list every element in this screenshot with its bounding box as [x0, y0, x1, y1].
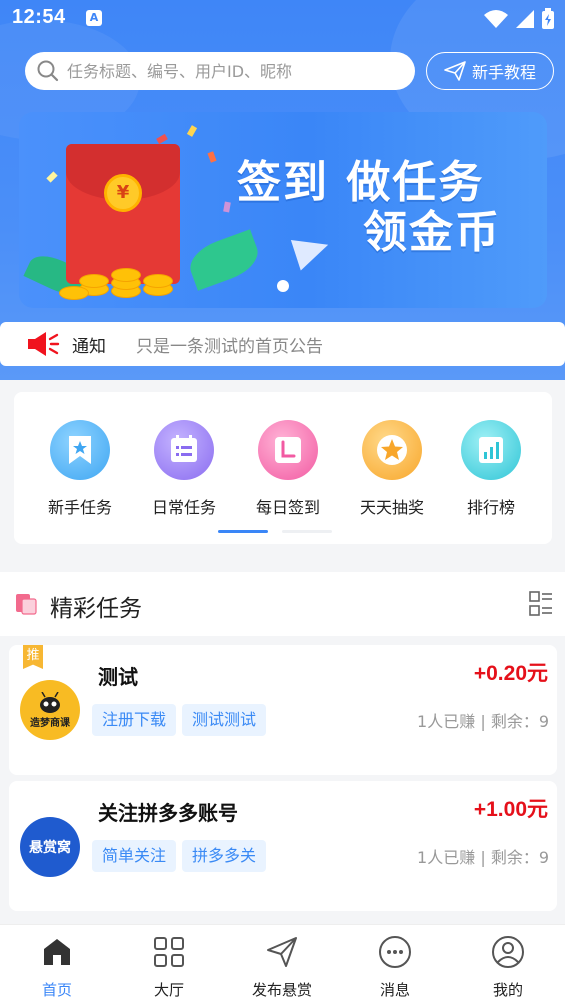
menu-label: 日常任务 — [151, 498, 216, 517]
quick-menu: 新手任务 日常任务 每日签到 天天抽奖 排行榜 — [14, 392, 552, 544]
tutorial-button[interactable]: 新手教程 — [426, 52, 554, 90]
wifi-icon — [484, 10, 508, 28]
tab-label: 首页 — [41, 981, 72, 999]
tab-label: 大厅 — [153, 981, 184, 999]
task-tag: 简单关注 — [92, 840, 177, 872]
task-book-icon — [16, 594, 37, 615]
battery-icon — [542, 8, 554, 29]
avatar: 造梦商课 — [20, 680, 80, 740]
menu-item-lottery[interactable]: 天天抽奖 — [347, 420, 437, 518]
confetti-decor — [156, 133, 168, 145]
page-indicator — [282, 530, 332, 533]
meta-separator: | — [480, 712, 486, 731]
megaphone-icon — [28, 332, 60, 356]
search-input[interactable] — [67, 61, 397, 81]
bar-chart-icon — [479, 437, 503, 463]
tab-label: 消息 — [379, 981, 410, 999]
avatar-text: 悬赏窝 — [29, 840, 71, 856]
menu-label: 排行榜 — [466, 498, 515, 517]
confetti-decor — [186, 125, 198, 137]
paper-plane-icon — [444, 61, 466, 81]
home-icon — [44, 939, 70, 965]
message-icon — [379, 936, 411, 968]
tab-home[interactable]: 首页 — [7, 935, 107, 1000]
notification-a-icon: A — [86, 10, 102, 26]
list-icon — [171, 435, 197, 462]
list-view-icon[interactable] — [529, 591, 553, 617]
bottom-tab-bar: 首页 大厅 发布悬赏 消息 我的 — [0, 924, 565, 1004]
section-header: 精彩任务 — [0, 572, 565, 636]
earned-count: 1人已赚 — [417, 848, 476, 867]
search-icon — [37, 60, 59, 82]
confetti-decor — [46, 171, 58, 183]
avatar-text: 造梦商课 — [30, 717, 70, 729]
coin-stack-icon — [49, 262, 189, 302]
task-tag: 测试测试 — [182, 704, 267, 736]
confetti-decor — [223, 201, 231, 213]
menu-item-leaderboard[interactable]: 排行榜 — [446, 420, 536, 518]
section-title: 精彩任务 — [50, 596, 142, 622]
tab-label: 发布悬赏 — [251, 981, 312, 999]
remaining-count: 剩余：9 — [490, 712, 549, 731]
notice-text: 只是一条测试的首页公告 — [136, 336, 323, 357]
status-bar: 12:54 A — [0, 0, 565, 38]
task-meta: 1人已赚 | 剩余：9 — [417, 708, 549, 732]
menu-item-daily-task[interactable]: 日常任务 — [139, 420, 229, 518]
bee-icon — [40, 691, 60, 713]
carousel-indicator[interactable] — [277, 280, 289, 292]
task-price: +0.20元 — [473, 662, 548, 685]
paper-plane-decor — [290, 229, 334, 271]
star-icon — [377, 435, 407, 465]
tab-label: 我的 — [492, 981, 523, 999]
menu-item-daily-checkin[interactable]: 每日签到 — [243, 420, 333, 518]
tab-hall[interactable]: 大厅 — [119, 935, 219, 1000]
menu-label: 天天抽奖 — [359, 498, 424, 517]
send-icon — [267, 937, 297, 967]
avatar: 悬赏窝 — [20, 817, 80, 877]
user-icon — [492, 936, 524, 968]
tab-publish-bounty[interactable]: 发布悬赏 — [232, 935, 332, 1000]
calendar-icon — [275, 437, 301, 463]
banner-subheadline: 领金币 — [363, 207, 501, 258]
tab-profile[interactable]: 我的 — [458, 935, 558, 1000]
bookmark-star-icon — [69, 436, 91, 464]
menu-label: 新手任务 — [47, 498, 112, 517]
task-price: +1.00元 — [473, 798, 548, 821]
page-indicator-active — [218, 530, 268, 533]
task-card[interactable]: 推 造梦商课 测试 +0.20元 注册下载 测试测试 1人已赚 | 剩余：9 — [9, 645, 557, 775]
notice-label: 通知 — [72, 336, 106, 357]
remaining-count: 剩余：9 — [490, 848, 549, 867]
earned-count: 1人已赚 — [417, 712, 476, 731]
task-tag: 拼多多关 — [182, 840, 267, 872]
recommend-badge: 推 — [23, 645, 43, 669]
grid-icon — [154, 937, 184, 967]
coin-icon: ¥ — [104, 174, 142, 212]
tab-messages[interactable]: 消息 — [345, 935, 445, 1000]
task-title: 关注拼多多账号 — [98, 801, 238, 825]
menu-item-newbie-task[interactable]: 新手任务 — [35, 420, 125, 518]
leaf-decor — [184, 229, 264, 291]
task-title: 测试 — [98, 665, 138, 689]
notice-bar[interactable]: 通知 只是一条测试的首页公告 — [0, 322, 565, 366]
meta-separator: | — [480, 848, 486, 867]
task-card[interactable]: 悬赏窝 关注拼多多账号 +1.00元 简单关注 拼多多关 1人已赚 | 剩余：9 — [9, 781, 557, 911]
search-bar[interactable] — [25, 52, 415, 90]
status-icons — [483, 8, 555, 30]
menu-label: 每日签到 — [255, 498, 320, 517]
status-time: 12:54 — [12, 6, 66, 28]
task-meta: 1人已赚 | 剩余：9 — [417, 844, 549, 868]
tutorial-label: 新手教程 — [471, 63, 536, 82]
task-tag: 注册下载 — [92, 704, 177, 736]
confetti-decor — [207, 151, 217, 163]
promo-banner[interactable]: ¥ 签到 做任务 领金币 — [19, 112, 547, 308]
signal-icon — [516, 10, 534, 28]
